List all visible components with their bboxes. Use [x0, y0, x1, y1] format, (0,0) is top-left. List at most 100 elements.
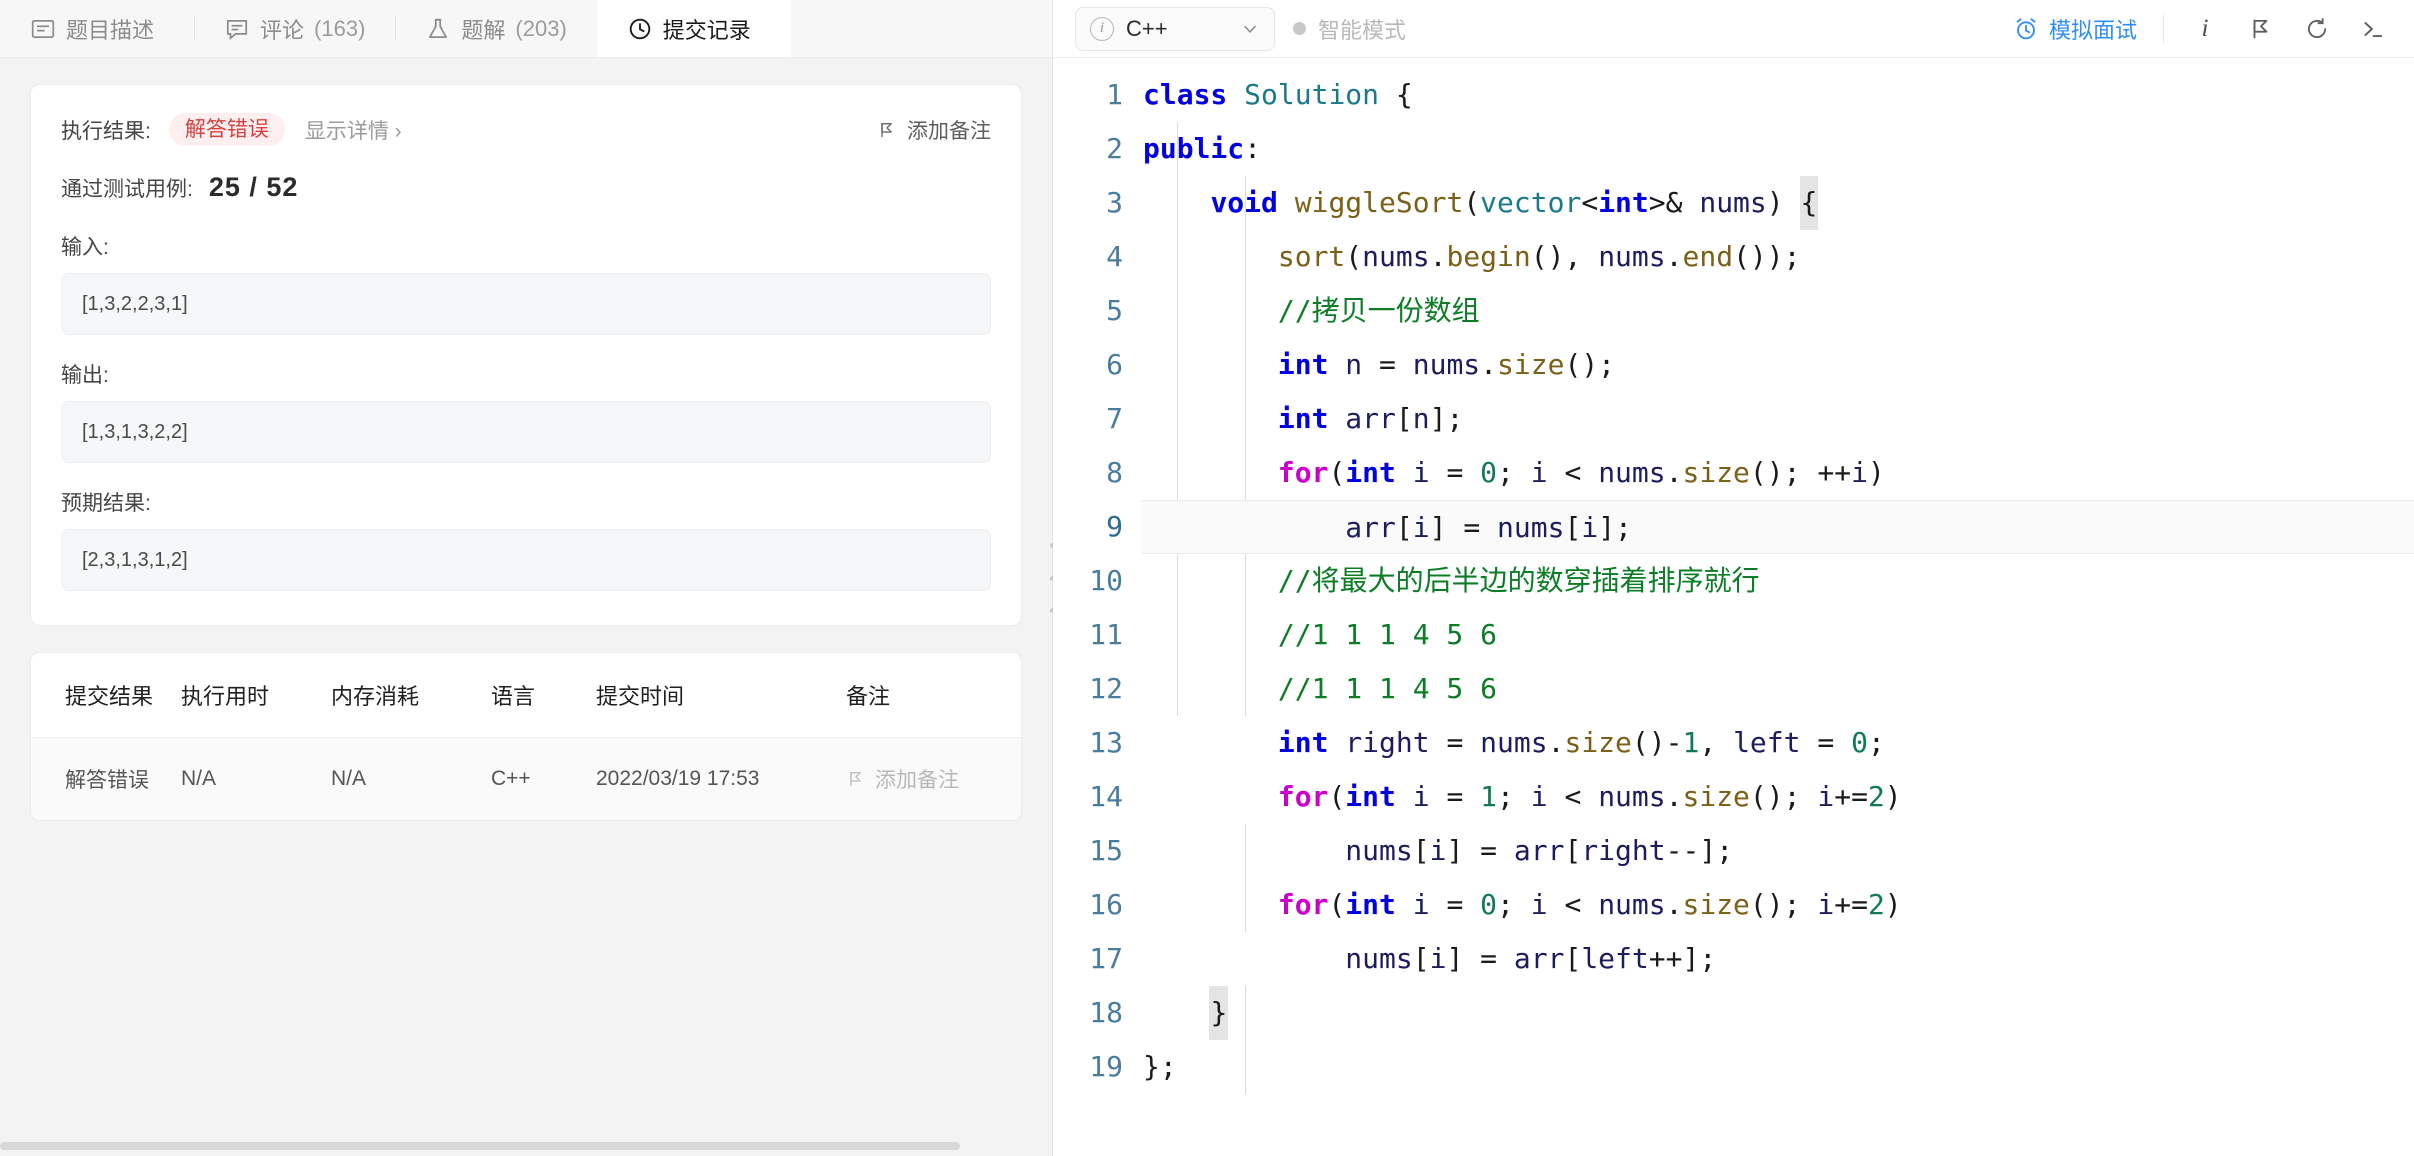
line-number-gutter: 1 2 3 4 5 6 7 8 9 10 11 12 13 14 15 16 1…	[1053, 68, 1141, 1156]
toolbar-divider	[2163, 14, 2164, 43]
horizontal-scrollbar[interactable]	[0, 1142, 1030, 1150]
console-icon[interactable]	[2358, 14, 2388, 44]
line-number-active: 9	[1106, 510, 1123, 543]
line-number: 5	[1106, 294, 1123, 327]
code-line[interactable]: }	[1141, 986, 2414, 1040]
tab-solutions[interactable]: 题解 (203)	[395, 0, 596, 57]
table-row[interactable]: 解答错误 N/A N/A C++ 2022/03/19 17:53 添加备注	[31, 737, 1021, 820]
input-value[interactable]: [1,3,2,2,3,1]	[61, 273, 991, 335]
toolbar-actions: 模拟面试 i	[2013, 13, 2388, 45]
cell-language: C++	[491, 737, 596, 820]
code-line[interactable]: class Solution {	[1141, 68, 2414, 122]
line-number: 19	[1089, 1050, 1123, 1083]
line-number: 13	[1089, 726, 1123, 759]
line-number: 4	[1106, 240, 1123, 273]
tab-submissions[interactable]: 提交记录	[596, 0, 791, 57]
code-line[interactable]: for(int i = 0; i < nums.size(); i+=2)	[1141, 878, 2414, 932]
line-number: 8	[1106, 456, 1123, 489]
status-badge: 解答错误	[168, 113, 285, 146]
smart-mode-label: 智能模式	[1318, 17, 1407, 43]
line-number: 12	[1089, 672, 1123, 705]
flask-icon	[425, 16, 451, 42]
code-line[interactable]: public:	[1141, 122, 2414, 176]
code-line[interactable]: void wiggleSort(vector<int>& nums) {	[1141, 176, 2414, 230]
code-line[interactable]: //拷贝一份数组	[1141, 284, 2414, 338]
line-number: 11	[1089, 618, 1123, 651]
flag-icon	[846, 768, 866, 790]
test-cases-value: 25 / 52	[208, 172, 299, 202]
code-line[interactable]: //将最大的后半边的数穿插着排序就行	[1141, 554, 2414, 608]
add-note-button[interactable]: 添加备注	[877, 115, 991, 145]
code-line[interactable]: for(int i = 1; i < nums.size(); i+=2)	[1141, 770, 2414, 824]
output-value[interactable]: [1,3,1,3,2,2]	[61, 401, 991, 463]
tab-label: 提交记录	[662, 17, 751, 43]
code-line[interactable]: for(int i = 0; i < nums.size(); ++i)	[1141, 446, 2414, 500]
code-line[interactable]: //1 1 1 4 5 6	[1141, 662, 2414, 716]
line-number: 18	[1089, 996, 1123, 1029]
smart-mode-toggle[interactable]: 智能模式	[1293, 13, 1406, 45]
flag-icon	[877, 119, 897, 141]
execution-result-card: 执行结果: 解答错误 显示详情 › 添加备注 通过测试用例: 25 / 52 输…	[30, 84, 1022, 626]
cell-time: 2022/03/19 17:53	[596, 737, 846, 820]
description-icon	[30, 16, 56, 42]
scrollbar-thumb[interactable]	[0, 1142, 960, 1150]
chevron-down-icon	[1240, 19, 1260, 39]
flag-icon[interactable]	[2246, 14, 2276, 44]
cell-memory: N/A	[331, 737, 491, 820]
code-line[interactable]: //1 1 1 4 5 6	[1141, 608, 2414, 662]
row-add-note-button[interactable]: 添加备注	[846, 764, 1021, 794]
code-line[interactable]: int right = nums.size()-1, left = 0;	[1141, 716, 2414, 770]
code-line[interactable]: sort(nums.begin(), nums.end());	[1141, 230, 2414, 284]
code-line[interactable]: nums[i] = arr[right--];	[1141, 824, 2414, 878]
status-dot-icon	[1293, 22, 1306, 35]
col-header-language: 语言	[491, 653, 596, 738]
info-icon[interactable]: i	[2190, 14, 2220, 44]
cell-note[interactable]: 添加备注	[846, 737, 1021, 820]
output-label: 输出:	[61, 364, 109, 387]
code-content[interactable]: class Solution { public: void wiggleSort…	[1141, 68, 2414, 1156]
code-line[interactable]: nums[i] = arr[left++];	[1141, 932, 2414, 986]
line-number: 15	[1089, 834, 1123, 867]
comment-icon	[224, 16, 250, 42]
show-detail-link[interactable]: 显示详情 ›	[305, 115, 402, 145]
col-header-time: 提交时间	[596, 653, 846, 738]
tab-bar: 题目描述 评论 (163) 题解 (203) 提交记录	[0, 0, 1052, 58]
tab-count: (203)	[515, 15, 567, 41]
code-line[interactable]: int arr[n];	[1141, 392, 2414, 446]
line-number: 10	[1089, 564, 1123, 597]
editor-panel: i C++ 智能模式 模拟面试 i 1 2 3 4 5 6 7 8 9 10 1…	[1053, 0, 2414, 1156]
code-line[interactable]: };	[1141, 1040, 2414, 1094]
line-number: 3	[1106, 186, 1123, 219]
col-header-memory: 内存消耗	[331, 653, 491, 738]
line-number: 16	[1089, 888, 1123, 921]
table-header: 提交结果 执行用时 内存消耗 语言 提交时间 备注	[31, 653, 1021, 738]
line-number: 1	[1106, 78, 1123, 111]
mock-interview-button[interactable]: 模拟面试	[2013, 13, 2137, 45]
line-number: 17	[1089, 942, 1123, 975]
left-panel: 题目描述 评论 (163) 题解 (203) 提交记录 执行结果: 解答错误 显…	[0, 0, 1052, 1156]
execution-result-row: 执行结果: 解答错误 显示详情 › 添加备注	[61, 113, 991, 146]
tab-comments[interactable]: 评论 (163)	[194, 0, 395, 57]
line-number: 2	[1106, 132, 1123, 165]
info-icon: i	[1090, 16, 1114, 41]
reset-icon[interactable]	[2302, 14, 2332, 44]
tab-label: 评论	[260, 17, 305, 43]
code-editor[interactable]: 1 2 3 4 5 6 7 8 9 10 11 12 13 14 15 16 1…	[1053, 58, 2414, 1156]
mock-interview-label: 模拟面试	[2048, 17, 2137, 43]
table-header-row: 提交结果 执行用时 内存消耗 语言 提交时间 备注	[31, 653, 1021, 738]
language-select[interactable]: i C++	[1075, 6, 1275, 51]
leetcode-submission-page: 题目描述 评论 (163) 题解 (203) 提交记录 执行结果: 解答错误 显…	[0, 0, 2414, 1156]
code-line-active[interactable]: arr[i] = nums[i];	[1141, 500, 2414, 554]
col-header-note: 备注	[846, 653, 1021, 738]
expected-value[interactable]: [2,3,1,3,1,2]	[61, 529, 991, 591]
expected-label: 预期结果:	[61, 492, 151, 515]
col-header-runtime: 执行用时	[181, 653, 331, 738]
code-line[interactable]: int n = nums.size();	[1141, 338, 2414, 392]
submission-content: 执行结果: 解答错误 显示详情 › 添加备注 通过测试用例: 25 / 52 输…	[0, 58, 1052, 1156]
col-header-result: 提交结果	[31, 653, 181, 738]
tab-label: 题解	[461, 17, 506, 43]
cell-result[interactable]: 解答错误	[31, 737, 181, 820]
submissions-table: 提交结果 执行用时 内存消耗 语言 提交时间 备注 解答错误 N/A N/A C…	[31, 653, 1021, 820]
execution-result-label: 执行结果:	[61, 119, 151, 143]
tab-description[interactable]: 题目描述	[0, 0, 194, 57]
